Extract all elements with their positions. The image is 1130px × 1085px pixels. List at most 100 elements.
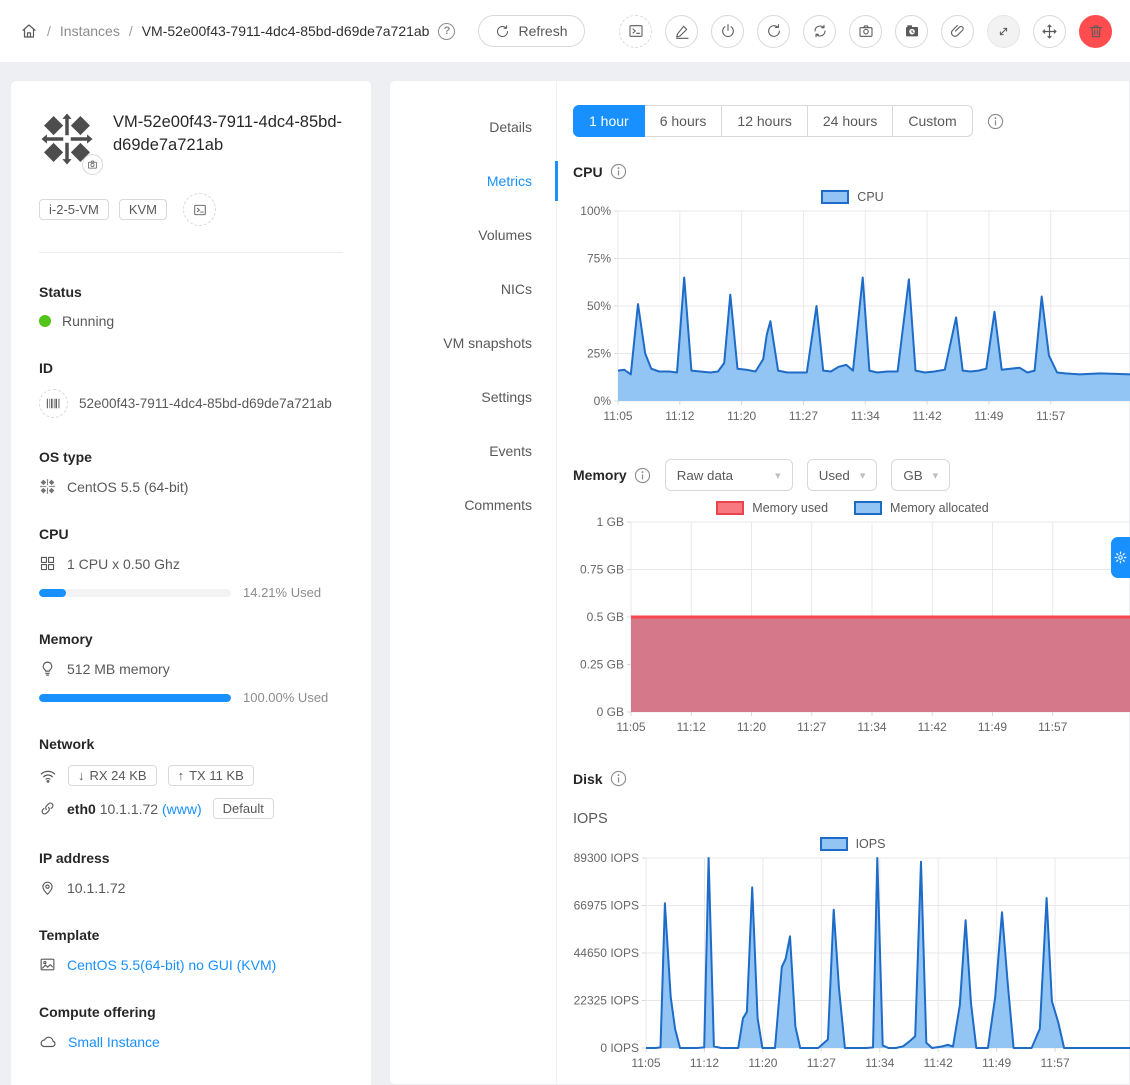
- memory-used-select[interactable]: Used▾: [807, 459, 878, 491]
- svg-text:11:20: 11:20: [737, 720, 766, 734]
- attach-iso-button[interactable]: [941, 15, 974, 48]
- reboot-instance-button[interactable]: [757, 15, 790, 48]
- cpu-usage-label: 14.21% Used: [243, 585, 343, 600]
- svg-text:0 IOPS: 0 IOPS: [600, 1041, 639, 1055]
- time-range-group: 1 hour 6 hours 12 hours 24 hours Custom: [573, 105, 973, 137]
- info-circle-icon[interactable]: [987, 113, 1004, 130]
- tab-events[interactable]: Events: [390, 431, 556, 471]
- os-type-value: CentOS 5.5 (64-bit): [67, 479, 188, 495]
- reload-icon: [495, 24, 510, 39]
- status-label: Status: [39, 284, 343, 300]
- range-custom[interactable]: Custom: [893, 105, 972, 137]
- tab-details[interactable]: Details: [390, 107, 556, 147]
- take-snapshot-button[interactable]: [849, 15, 882, 48]
- memory-usage-label: 100.00% Used: [243, 690, 343, 705]
- disk-heading: Disk: [573, 771, 603, 787]
- console-icon: [628, 23, 644, 39]
- change-icon-camera-badge[interactable]: [82, 154, 103, 175]
- wifi-icon: [39, 767, 57, 785]
- offering-link[interactable]: Small Instance: [68, 1034, 160, 1050]
- chevron-down-icon: ▾: [860, 469, 866, 482]
- legend-swatch: [820, 837, 848, 851]
- migrate-instance-button[interactable]: [1033, 15, 1066, 48]
- tab-nics[interactable]: NICs: [390, 269, 556, 309]
- range-12-hours[interactable]: 12 hours: [722, 105, 807, 137]
- svg-text:0.25 GB: 0.25 GB: [580, 658, 624, 672]
- tab-vm-snapshots[interactable]: VM snapshots: [390, 323, 556, 363]
- scale-vm-button[interactable]: [987, 15, 1020, 48]
- range-6-hours[interactable]: 6 hours: [645, 105, 723, 137]
- breadcrumb-instances[interactable]: Instances: [60, 23, 120, 39]
- memory-data-mode-select[interactable]: Raw data▾: [665, 459, 793, 491]
- location-pin-icon: [39, 879, 56, 896]
- console-quick-button[interactable]: [183, 193, 216, 226]
- picture-icon: [39, 956, 56, 973]
- cpu-chart-svg: 100%75%50%25%0%11:0511:1211:2011:2711:34…: [573, 206, 1130, 429]
- tab-comments[interactable]: Comments: [390, 485, 556, 525]
- reload-icon: [766, 23, 782, 39]
- home-icon[interactable]: [20, 22, 38, 40]
- status-section: Status Running: [39, 284, 343, 329]
- breadcrumb: / Instances / VM-52e00f43-7911-4dc4-85bd…: [20, 15, 585, 47]
- instance-internal-name-tag: i-2-5-VM: [39, 199, 109, 220]
- svg-text:11:42: 11:42: [913, 409, 942, 423]
- iops-subheading: IOPS: [573, 811, 1130, 827]
- memory-chart-svg: 1 GB0.75 GB0.5 GB0.25 GB0 GB11:0511:1211…: [573, 517, 1130, 740]
- svg-text:25%: 25%: [587, 347, 611, 361]
- destroy-instance-button[interactable]: [1079, 15, 1112, 48]
- memory-chart: Memory usedMemory allocated1 GB0.75 GB0.…: [573, 501, 1130, 740]
- svg-text:11:05: 11:05: [603, 409, 632, 423]
- edit-instance-button[interactable]: [665, 15, 698, 48]
- info-circle-icon[interactable]: [610, 163, 627, 180]
- info-circle-icon[interactable]: [610, 770, 627, 787]
- paperclip-icon: [950, 23, 966, 39]
- view-console-button[interactable]: [619, 15, 652, 48]
- svg-text:89300 IOPS: 89300 IOPS: [574, 853, 639, 865]
- hypervisor-tag: KVM: [119, 199, 167, 220]
- tab-nav: Details Metrics Volumes NICs VM snapshot…: [390, 81, 557, 1084]
- tab-volumes[interactable]: Volumes: [390, 215, 556, 255]
- network-label: Network: [39, 736, 343, 752]
- svg-text:11:49: 11:49: [978, 720, 1007, 734]
- take-vm-snapshot-button[interactable]: [895, 15, 928, 48]
- info-circle-icon[interactable]: [634, 467, 651, 484]
- legend-item[interactable]: IOPS: [820, 837, 886, 851]
- svg-text:66975 IOPS: 66975 IOPS: [574, 899, 639, 913]
- theme-settings-button[interactable]: [1111, 537, 1130, 578]
- range-1-hour[interactable]: 1 hour: [573, 105, 645, 137]
- svg-text:11:05: 11:05: [631, 1056, 660, 1070]
- tab-settings[interactable]: Settings: [390, 377, 556, 417]
- instance-title: VM-52e00f43-7911-4dc4-85bd-d69de7a721ab: [113, 111, 343, 167]
- legend-item[interactable]: Memory allocated: [854, 501, 989, 515]
- svg-text:50%: 50%: [587, 299, 611, 313]
- gear-icon: [1114, 551, 1127, 564]
- memory-legend: Memory used Memory allocated: [573, 501, 1130, 515]
- svg-text:11:12: 11:12: [677, 720, 706, 734]
- svg-text:0.75 GB: 0.75 GB: [580, 563, 624, 577]
- template-link[interactable]: CentOS 5.5(64-bit) no GUI (KVM): [67, 957, 276, 973]
- memory-value: 512 MB memory: [67, 661, 170, 677]
- nic-network-link[interactable]: (www): [162, 801, 202, 817]
- rx-tag: ↓RX 24 KB: [68, 765, 157, 786]
- memory-unit-select[interactable]: GB▾: [891, 459, 950, 491]
- range-24-hours[interactable]: 24 hours: [808, 105, 893, 137]
- offering-section: Compute offering Small Instance: [39, 1004, 343, 1051]
- cpu-chart: CPU100%75%50%25%0%11:0511:1211:2011:2711…: [573, 190, 1130, 429]
- refresh-button[interactable]: Refresh: [478, 15, 584, 47]
- ip-label: IP address: [39, 850, 343, 866]
- svg-text:11:05: 11:05: [616, 720, 645, 734]
- legend-item[interactable]: CPU: [821, 190, 883, 204]
- stop-instance-button[interactable]: [711, 15, 744, 48]
- tab-metrics[interactable]: Metrics: [390, 161, 556, 201]
- legend-label: Memory allocated: [890, 501, 989, 515]
- reinstall-instance-button[interactable]: [803, 15, 836, 48]
- header-bar: / Instances / VM-52e00f43-7911-4dc4-85bd…: [0, 0, 1130, 62]
- template-label: Template: [39, 927, 343, 943]
- os-type-label: OS type: [39, 449, 343, 465]
- legend-item[interactable]: Memory used: [716, 501, 828, 515]
- id-label: ID: [39, 360, 343, 376]
- question-circle-icon[interactable]: ?: [438, 23, 455, 40]
- nic-ip: 10.1.1.72: [100, 801, 158, 817]
- cpu-usage-bar: [39, 589, 231, 597]
- svg-text:22325 IOPS: 22325 IOPS: [574, 994, 639, 1008]
